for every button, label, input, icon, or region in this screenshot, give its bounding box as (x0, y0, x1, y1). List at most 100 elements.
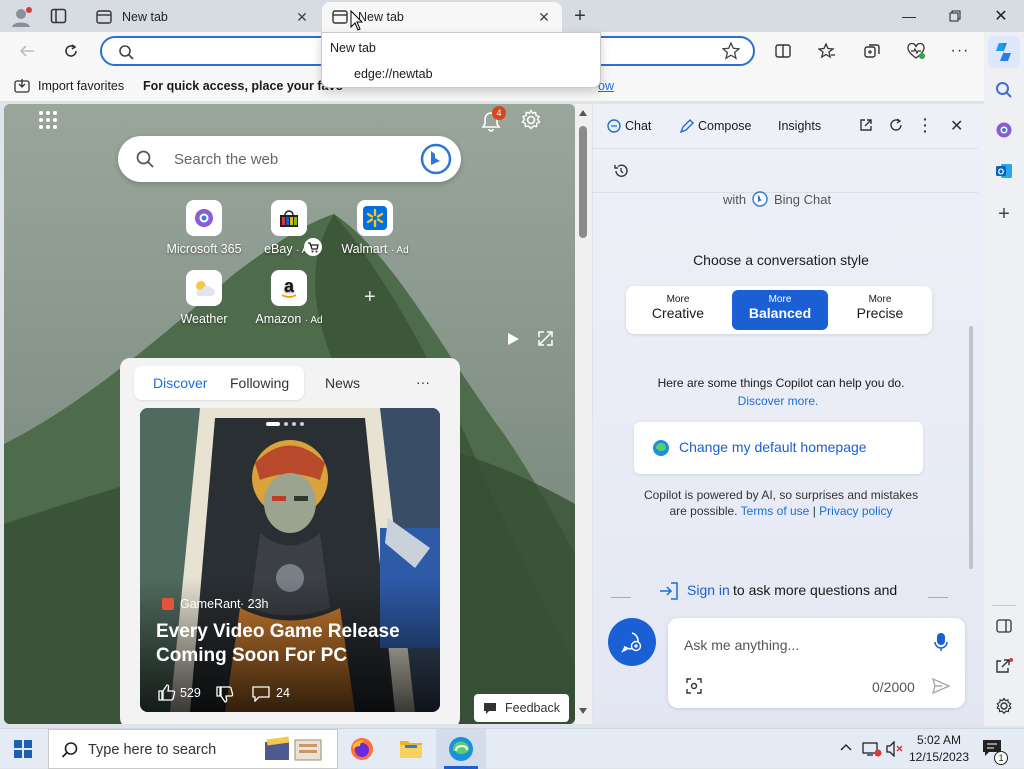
close-window-button[interactable]: ✕ (978, 0, 1024, 32)
new-topic-button[interactable] (608, 618, 656, 666)
sidebar-settings-gear-icon[interactable] (984, 688, 1024, 724)
compose-icon (680, 119, 694, 133)
sign-in-link[interactable]: Sign in (687, 582, 730, 598)
search-icon[interactable] (984, 72, 1024, 108)
new-tab-button[interactable]: + (568, 4, 592, 28)
collections-icon[interactable] (855, 32, 889, 70)
rail-divider (992, 605, 1016, 606)
quick-link-weather[interactable]: Weather (164, 270, 244, 326)
discover-more-link[interactable]: Discover more. (593, 394, 963, 408)
dislike-icon[interactable] (216, 686, 234, 703)
settings-gear-icon[interactable] (520, 109, 542, 131)
search-icon (61, 741, 79, 759)
style-precise-button[interactable]: More Precise (832, 290, 928, 330)
bing-chat-icon[interactable] (420, 143, 452, 175)
play-background-icon[interactable] (506, 332, 520, 346)
show-hidden-icons-chevron-icon[interactable] (840, 743, 852, 751)
volume-muted-icon[interactable] (886, 741, 904, 757)
edge-taskbar-button[interactable] (436, 729, 486, 769)
style-balanced-button[interactable]: More Balanced (732, 290, 828, 330)
article-title[interactable]: Every Video Game Release Coming Soon For… (156, 620, 426, 668)
help-text: Here are some things Copilot can help yo… (657, 376, 905, 390)
disclaimer-line-2: are possible. Terms of use | Privacy pol… (593, 504, 969, 518)
comment-icon[interactable] (252, 685, 270, 702)
hide-sidebar-icon[interactable] (984, 608, 1024, 644)
taskbar-search-box[interactable]: Type here to search (48, 729, 338, 769)
sidebar-more-icon[interactable]: · · · (923, 112, 928, 138)
tab-insights[interactable]: Insights (778, 119, 821, 133)
send-icon[interactable] (932, 677, 950, 695)
feed-more-icon[interactable]: ··· (416, 374, 430, 390)
refresh-icon[interactable] (889, 118, 903, 132)
close-tab-icon[interactable]: ✕ (294, 9, 310, 26)
tab-following[interactable]: Following (230, 375, 289, 391)
inner-scrollbar[interactable] (969, 326, 973, 569)
page-scrollbar[interactable] (575, 104, 592, 724)
tab-news[interactable]: News (325, 375, 360, 391)
minimize-button[interactable]: — (886, 0, 932, 32)
tab-discover[interactable]: Discover (153, 375, 207, 391)
copilot-sidebar: Chat Compose Insights · · · ✕ with Bing Ch… (593, 104, 984, 724)
browser-essentials-icon[interactable] (899, 32, 933, 70)
suggestion-button[interactable]: Change my default homepage (634, 422, 923, 474)
copilot-icon[interactable] (984, 34, 1024, 70)
style-small-label: More (768, 294, 792, 305)
network-icon[interactable] (862, 741, 882, 757)
tab-label: New tab (358, 10, 404, 24)
web-search-box[interactable]: Search the web (118, 136, 461, 182)
visual-search-icon[interactable] (686, 678, 702, 694)
refresh-button[interactable] (54, 32, 88, 70)
like-icon[interactable] (158, 684, 176, 701)
close-tab-icon[interactable]: ✕ (536, 9, 552, 26)
apps-launcher-icon[interactable] (38, 110, 58, 130)
feedback-button[interactable]: Feedback (474, 694, 569, 722)
quick-link-walmart[interactable]: Walmart · Ad (335, 200, 415, 256)
favorites-icon[interactable] (810, 32, 844, 70)
add-shortcut-button[interactable]: + (364, 286, 376, 309)
ad-label: · Ad (304, 315, 323, 326)
close-sidebar-icon[interactable]: ✕ (950, 116, 963, 136)
clock-date[interactable]: 12/15/2023 (906, 750, 972, 764)
add-app-icon[interactable]: + (984, 196, 1024, 232)
history-icon[interactable] (613, 163, 629, 179)
article-card[interactable]: GameRant · 23h Every Video Game Release … (140, 408, 440, 712)
suggestion-label: Change my default homepage (679, 439, 867, 455)
microphone-icon[interactable] (934, 632, 948, 652)
restore-button[interactable] (932, 0, 978, 32)
file-explorer-icon[interactable] (399, 737, 423, 759)
style-creative-button[interactable]: More Creative (630, 290, 726, 330)
external-link-icon[interactable] (984, 648, 1024, 684)
split-screen-icon[interactable] (766, 32, 800, 70)
microsoft-365-icon[interactable] (984, 112, 1024, 148)
open-in-new-icon[interactable] (859, 118, 873, 132)
expand-icon[interactable] (538, 331, 553, 346)
article-source[interactable]: GameRant (180, 597, 240, 611)
link-separator: | (812, 504, 816, 518)
scroll-down-arrow[interactable] (579, 708, 587, 714)
page-icon (96, 10, 112, 24)
tab-compose[interactable]: Compose (698, 119, 752, 133)
tab-new-tab-1[interactable]: New tab ✕ (86, 2, 320, 32)
back-button[interactable] (10, 32, 44, 70)
firefox-icon[interactable] (350, 737, 374, 761)
bing-small-icon (752, 191, 768, 207)
import-favorites-link[interactable]: Import favorites (38, 79, 124, 93)
tab-actions-icon[interactable] (50, 8, 68, 24)
start-button[interactable] (14, 740, 32, 758)
quick-link-amazon[interactable]: a Amazon · Ad (249, 270, 329, 326)
chat-input-box[interactable]: Ask me anything... 0/2000 (668, 618, 965, 708)
outlook-icon[interactable]: O (984, 153, 1024, 189)
scroll-up-arrow[interactable] (579, 110, 587, 116)
scroll-thumb[interactable] (579, 126, 587, 238)
quick-link-microsoft-365[interactable]: Microsoft 365 (164, 200, 244, 256)
tab-chat[interactable]: Chat (625, 119, 651, 133)
more-options-icon[interactable]: ··· (943, 32, 977, 70)
privacy-policy-link[interactable]: Privacy policy (819, 504, 892, 518)
notification-count-badge: 1 (994, 751, 1008, 765)
profile-icon[interactable] (10, 6, 32, 28)
search-highlight-icon (263, 734, 327, 764)
ebay-icon (271, 200, 307, 236)
clock-time[interactable]: 5:02 AM (906, 733, 972, 747)
terms-of-use-link[interactable]: Terms of use (741, 504, 810, 518)
favorite-star-icon[interactable] (722, 42, 740, 60)
